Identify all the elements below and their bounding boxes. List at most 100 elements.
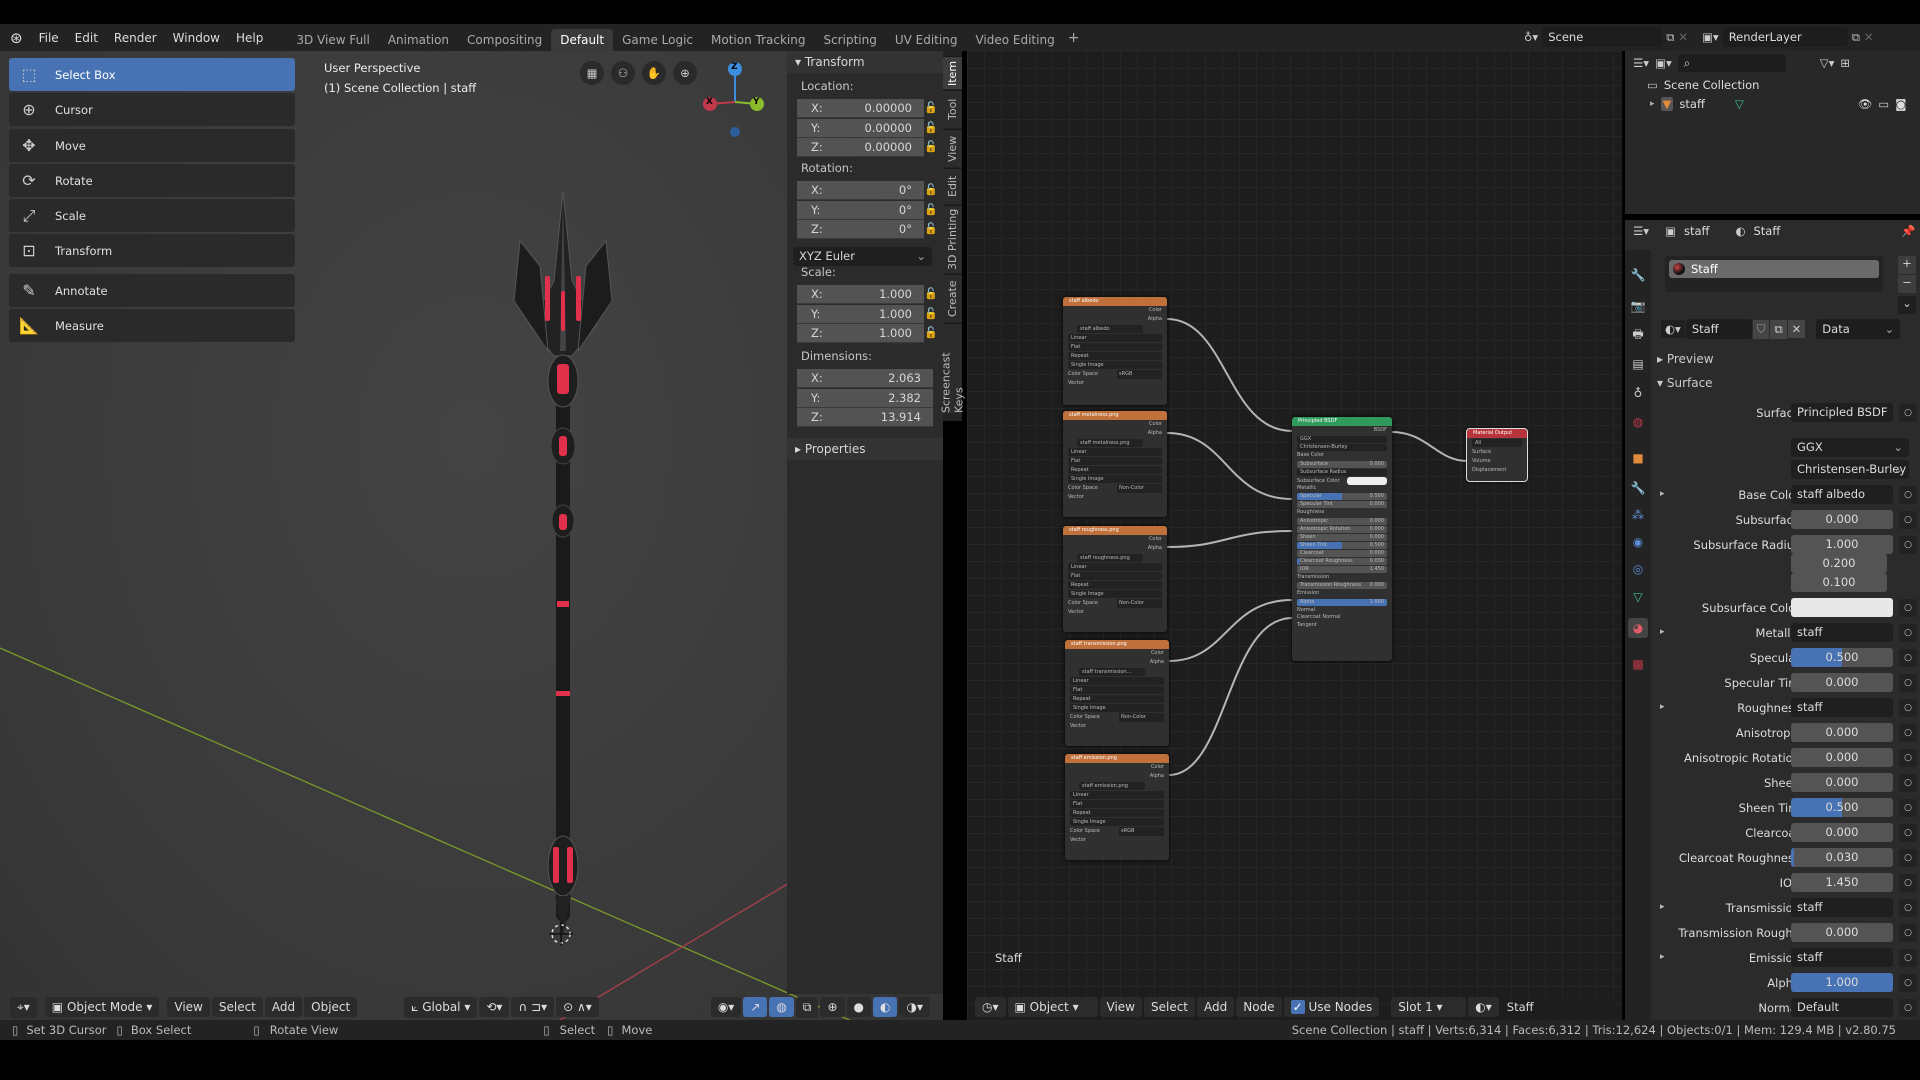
menu-render[interactable]: Render — [106, 31, 165, 45]
properties-tab-constraints-icon[interactable]: ◎ — [1628, 559, 1648, 579]
property-value-field[interactable]: 1.000 — [1791, 535, 1893, 554]
mode-dropdown[interactable]: ▣ Object Mode ▾ — [44, 997, 160, 1017]
expand-arrow-icon[interactable]: ▸ — [1660, 952, 1665, 962]
node-value-field[interactable]: Clearcoat Roughness 0.030 — [1297, 557, 1387, 565]
properties-tab-tool-settings-icon[interactable]: 🔧 — [1628, 265, 1648, 285]
orientation-dropdown[interactable]: ⟀ Global ▾ — [404, 996, 478, 1018]
property-value-field[interactable]: Default — [1791, 998, 1893, 1017]
tool-cursor[interactable]: ⊕ Cursor — [9, 93, 295, 126]
socket-link-icon[interactable]: ○ — [1899, 699, 1917, 717]
workspace-tab[interactable]: UV Editing — [886, 29, 967, 51]
node-header[interactable]: staff metalness.png — [1063, 411, 1167, 420]
shading-material-icon[interactable]: ◐ — [872, 997, 898, 1017]
overlay-toggle-icon[interactable]: ◍ — [769, 997, 794, 1017]
socket-link-icon[interactable]: ○ — [1899, 404, 1917, 422]
workspace-tab[interactable]: Video Editing — [966, 29, 1063, 51]
property-value-field[interactable]: staff albedo — [1791, 485, 1893, 504]
workspace-tab[interactable]: Default — [551, 29, 614, 51]
socket-link-icon[interactable]: ○ — [1899, 749, 1917, 767]
camera-view-icon[interactable]: ⚇ — [611, 61, 635, 85]
gizmo-toggle-icon[interactable]: ↗ — [743, 997, 768, 1017]
preview-panel-header[interactable]: ▸ Preview — [1657, 352, 1714, 366]
new-render-layer-icon[interactable]: ⧉ — [1852, 30, 1860, 45]
property-value-field[interactable]: 0.000 — [1791, 923, 1893, 942]
image-texture-node[interactable]: staff albedo Color Alpha staff albedo Linear… — [1063, 297, 1167, 405]
principled-bsdf-node[interactable]: Principled BSDF BSDF GGX Christensen-Burley… — [1292, 417, 1392, 661]
projection-dropdown[interactable]: Flat — [1068, 457, 1162, 465]
viewport-menu-object[interactable]: Object — [304, 997, 358, 1017]
lock-icon[interactable]: 🔓 — [924, 101, 938, 114]
workspace-tab[interactable]: 3D View Full — [287, 29, 379, 51]
property-value-field[interactable]: 0.000 — [1791, 723, 1893, 742]
remove-render-layer-icon[interactable]: ✕ — [1864, 30, 1874, 44]
lock-icon[interactable]: 🔓 — [924, 326, 938, 339]
rotation-x-field[interactable]: X: 0° — [797, 181, 924, 200]
properties-tab-output-icon[interactable]: 🖶 — [1628, 325, 1648, 345]
sidebar-tab[interactable]: Create — [943, 274, 962, 322]
editor-type-icon[interactable]: ⌖▾ — [10, 996, 37, 1018]
shader-type-dropdown[interactable]: ▣ Object ▾ — [1007, 997, 1098, 1017]
socket-link-icon[interactable]: ○ — [1899, 599, 1917, 617]
extension-dropdown[interactable]: Repeat — [1070, 809, 1164, 817]
expand-arrow-icon[interactable]: ▸ — [1660, 627, 1665, 637]
sidebar-tab[interactable]: Edit — [943, 168, 962, 204]
node-value-field[interactable]: Clearcoat 0.000 — [1297, 549, 1387, 557]
material-output-node[interactable]: Material Output All Surface Volume Displacem… — [1466, 428, 1528, 482]
gizmo-x-label[interactable]: X — [706, 97, 713, 107]
outliner-scene-collection[interactable]: ▭ Scene Collection — [1647, 78, 1759, 92]
tool-move[interactable]: ✥ Move — [9, 129, 295, 162]
socket-link-icon[interactable]: ○ — [1899, 824, 1917, 842]
viewport-menu-select[interactable]: Select — [211, 997, 263, 1017]
node-material-field[interactable]: Staff — [1500, 997, 1616, 1017]
snap-icon[interactable]: ∩ ⊐▾ — [511, 997, 555, 1017]
menu-file[interactable]: File — [31, 31, 67, 45]
node-value-field[interactable]: Sheen Tint 0.500 — [1297, 541, 1387, 549]
browse-material-icon[interactable]: ◐▾ — [1661, 320, 1685, 338]
image-field[interactable]: staff roughness.png — [1077, 554, 1143, 562]
node-color-row[interactable]: Subsurface Color — [1292, 476, 1392, 485]
node-menu-add[interactable]: Add — [1197, 997, 1235, 1017]
use-nodes-checkbox[interactable]: ✓ Use Nodes — [1283, 997, 1380, 1017]
surface-panel-header[interactable]: ▾ Surface — [1657, 376, 1713, 390]
source-dropdown[interactable]: Single Image — [1068, 361, 1162, 369]
new-scene-icon[interactable]: ⧉ — [1666, 30, 1674, 45]
image-texture-node[interactable]: staff roughness.png Color Alpha staff rough… — [1063, 526, 1167, 632]
extension-dropdown[interactable]: Repeat — [1068, 466, 1162, 474]
property-value-field[interactable]: GGX ⌄ — [1791, 438, 1909, 457]
socket-link-icon[interactable]: ○ — [1899, 486, 1917, 504]
viewport-menu-view[interactable]: View — [167, 997, 210, 1017]
properties-tab-modifier-icon[interactable]: 🔧 — [1628, 478, 1648, 498]
socket-link-icon[interactable]: ○ — [1899, 999, 1917, 1017]
dimensions-y-field[interactable]: Y: 2.382 — [797, 388, 933, 408]
viewport-display-icon[interactable]: ▭ — [1878, 97, 1889, 111]
toggle-grid-icon[interactable]: ▦ — [580, 61, 604, 85]
node-menu-select[interactable]: Select — [1143, 997, 1196, 1017]
lock-icon[interactable]: 🔓 — [924, 183, 938, 196]
material-slot-list[interactable]: Staff — [1665, 256, 1883, 292]
node-editor[interactable]: staff albedo Color Alpha staff albedo Linear… — [967, 51, 1622, 1020]
property-value-field[interactable]: staff roughness.png — [1791, 698, 1893, 717]
outliner-search-input[interactable]: ⌕ — [1677, 54, 1786, 72]
menu-edit[interactable]: Edit — [67, 31, 106, 45]
socket-link-icon[interactable]: ○ — [1899, 674, 1917, 692]
lock-icon[interactable]: 🔓 — [924, 307, 938, 320]
property-value-field[interactable]: 0.000 — [1791, 823, 1893, 842]
property-value-field[interactable]: Principled BSDF — [1791, 403, 1893, 422]
socket-link-icon[interactable]: ○ — [1899, 874, 1917, 892]
interpolation-dropdown[interactable]: Linear — [1070, 791, 1164, 799]
material-browse-icon[interactable]: ◐▾ — [1468, 997, 1499, 1017]
socket-link-icon[interactable]: ○ — [1899, 974, 1917, 992]
remove-slot-button[interactable]: − — [1898, 275, 1916, 293]
expand-arrow-icon[interactable]: ▸ — [1650, 99, 1655, 109]
tool-select-box[interactable]: ⬚ Select Box — [9, 58, 295, 91]
interpolation-dropdown[interactable]: Linear — [1068, 448, 1162, 456]
property-value-field[interactable]: staff metalness.pn — [1791, 623, 1893, 642]
pan-hand-icon[interactable]: ✋ — [642, 61, 666, 85]
property-value-field[interactable] — [1791, 598, 1893, 617]
extension-dropdown[interactable]: Repeat — [1068, 581, 1162, 589]
image-texture-node[interactable]: staff transmission.png Color Alpha staff tr… — [1065, 640, 1169, 746]
properties-editor-type-icon[interactable]: ☰▾ — [1633, 224, 1649, 238]
interpolation-dropdown[interactable]: Linear — [1068, 334, 1162, 342]
image-field[interactable]: staff albedo — [1077, 325, 1143, 333]
add-workspace-button[interactable]: + — [1068, 30, 1080, 46]
